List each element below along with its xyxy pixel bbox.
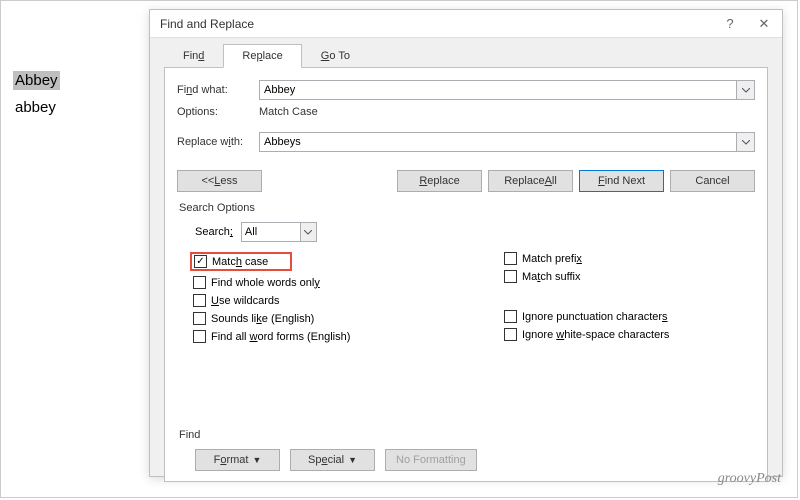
tab-goto[interactable]: Go To bbox=[302, 44, 369, 68]
whole-words-label: Find whole words only bbox=[211, 277, 320, 289]
doc-word-selected[interactable]: Abbey bbox=[13, 71, 60, 90]
replace-with-label: Replace with: bbox=[177, 136, 259, 148]
panel: Find what: Options: Match Case Replace w… bbox=[164, 67, 768, 482]
tab-find[interactable]: Find bbox=[164, 44, 223, 68]
find-what-dropdown[interactable] bbox=[737, 80, 755, 100]
chevron-down-icon: ▼ bbox=[252, 455, 261, 465]
find-what-input[interactable] bbox=[259, 80, 737, 100]
watermark: groovyPost bbox=[718, 471, 781, 487]
sounds-like-checkbox[interactable] bbox=[193, 312, 206, 325]
dialog-title: Find and Replace bbox=[160, 17, 254, 31]
cancel-button[interactable]: Cancel bbox=[670, 170, 755, 192]
special-button[interactable]: Special▼ bbox=[290, 449, 375, 471]
options-label: Options: bbox=[177, 106, 259, 118]
replace-button[interactable]: Replace bbox=[397, 170, 482, 192]
all-word-forms-label: Find all word forms (English) bbox=[211, 331, 350, 343]
match-suffix-label: Match suffix bbox=[522, 271, 581, 283]
search-options-label: Search Options bbox=[179, 202, 755, 214]
find-replace-dialog: Find and Replace ? ✕ Find Replace Go To … bbox=[149, 9, 783, 477]
match-case-checkbox[interactable] bbox=[194, 255, 207, 268]
wildcards-label: Use wildcards bbox=[211, 295, 279, 307]
options-value: Match Case bbox=[259, 106, 318, 118]
match-prefix-label: Match prefix bbox=[522, 253, 582, 265]
help-icon[interactable]: ? bbox=[720, 16, 740, 32]
find-what-label: Find what: bbox=[177, 84, 259, 96]
match-case-highlight: Match case bbox=[190, 252, 292, 271]
less-button[interactable]: << Less bbox=[177, 170, 262, 192]
ignore-punctuation-label: Ignore punctuation characters bbox=[522, 311, 668, 323]
doc-word[interactable]: abbey bbox=[13, 98, 60, 117]
format-button[interactable]: Format▼ bbox=[195, 449, 280, 471]
replace-with-dropdown[interactable] bbox=[737, 132, 755, 152]
tab-replace[interactable]: Replace bbox=[223, 44, 301, 68]
chevron-down-icon: ▼ bbox=[348, 455, 357, 465]
ignore-whitespace-label: Ignore white-space characters bbox=[522, 329, 669, 341]
search-label: Search; bbox=[195, 226, 233, 238]
search-direction-select[interactable] bbox=[241, 222, 301, 242]
wildcards-checkbox[interactable] bbox=[193, 294, 206, 307]
ignore-whitespace-checkbox[interactable] bbox=[504, 328, 517, 341]
close-icon[interactable]: ✕ bbox=[754, 16, 774, 32]
document-area: Abbey abbey bbox=[13, 71, 60, 125]
no-formatting-button[interactable]: No Formatting bbox=[385, 449, 477, 471]
titlebar: Find and Replace ? ✕ bbox=[150, 10, 782, 38]
search-direction-dropdown[interactable] bbox=[301, 222, 317, 242]
find-next-button[interactable]: Find Next bbox=[579, 170, 664, 192]
sounds-like-label: Sounds like (English) bbox=[211, 313, 314, 325]
ignore-punctuation-checkbox[interactable] bbox=[504, 310, 517, 323]
match-case-label: Match case bbox=[212, 256, 268, 268]
replace-all-button[interactable]: Replace All bbox=[488, 170, 573, 192]
tabs: Find Replace Go To bbox=[150, 40, 782, 68]
whole-words-checkbox[interactable] bbox=[193, 276, 206, 289]
all-word-forms-checkbox[interactable] bbox=[193, 330, 206, 343]
replace-with-input[interactable] bbox=[259, 132, 737, 152]
find-section-label: Find bbox=[179, 429, 755, 441]
match-suffix-checkbox[interactable] bbox=[504, 270, 517, 283]
match-prefix-checkbox[interactable] bbox=[504, 252, 517, 265]
